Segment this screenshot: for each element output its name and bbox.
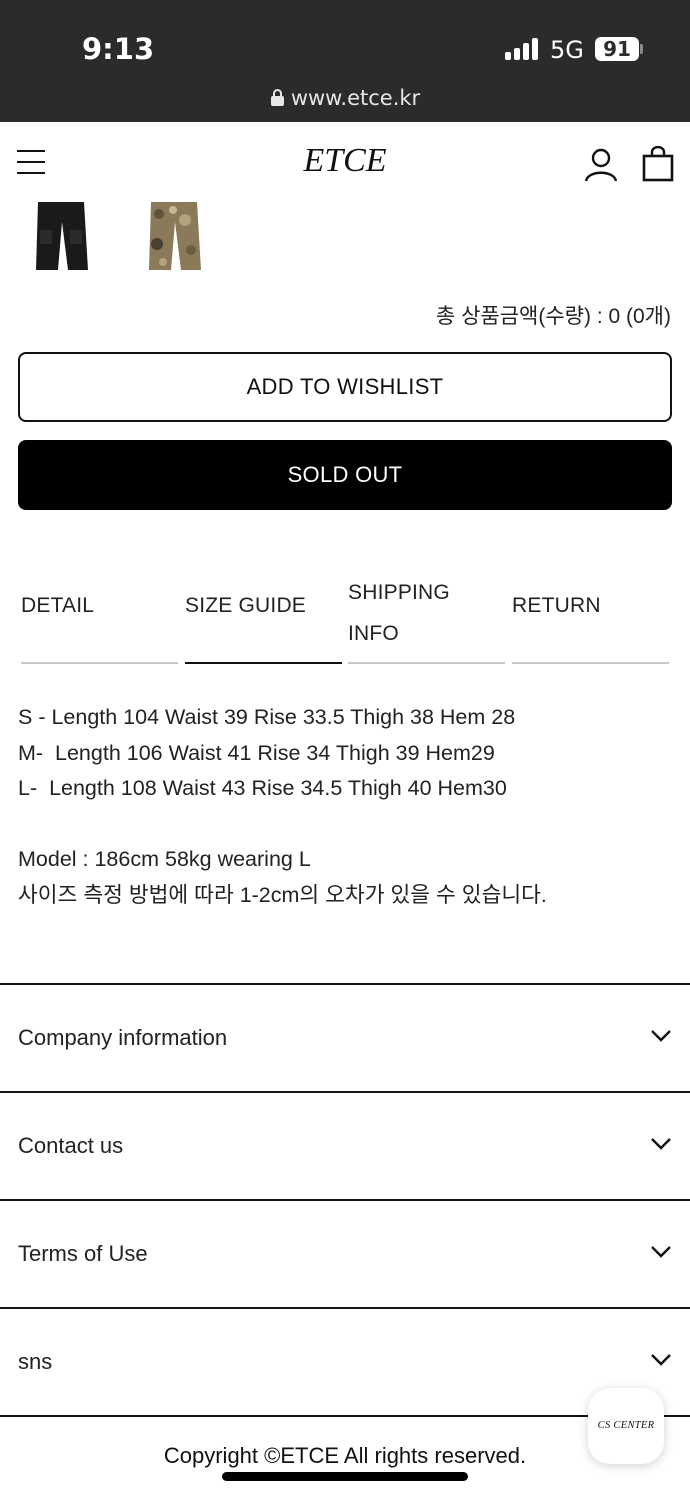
tab-label: SHIPPING INFO: [348, 581, 450, 645]
chevron-down-icon: [650, 1029, 672, 1043]
size-guide-text: S - Length 104 Waist 39 Rise 33.5 Thigh …: [18, 705, 547, 907]
accordion-label: sns: [18, 1349, 53, 1374]
lock-icon: [270, 88, 285, 112]
tab-label: RETURN: [512, 594, 601, 617]
battery-tip: [640, 44, 643, 54]
signal-strength-icon: [505, 38, 541, 60]
chevron-down-icon: [650, 1353, 672, 1367]
url-bar[interactable]: www.etce.kr: [0, 86, 690, 112]
tab-return[interactable]: RETURN: [512, 560, 669, 666]
thumbnail-camo-cargo-pants[interactable]: [145, 200, 203, 274]
accordion-label: Terms of Use: [18, 1241, 148, 1266]
thumbnail-black-cargo-pants[interactable]: [32, 200, 90, 274]
tab-label: DETAIL: [21, 594, 95, 617]
site-header: ETCE: [0, 122, 690, 202]
status-bar: 9:13 5G 91 www.etce.kr: [0, 0, 690, 122]
total-price: 총 상품금액(수량) : 0 (0개): [435, 305, 671, 328]
product-tabs: DETAIL SIZE GUIDE SHIPPING INFO RETURN: [21, 560, 669, 666]
footer-divider: [0, 1415, 690, 1417]
tab-underline: [512, 662, 669, 664]
chevron-down-icon: [650, 1137, 672, 1151]
sold-out-button[interactable]: SOLD OUT: [18, 440, 672, 510]
user-icon[interactable]: [584, 148, 618, 182]
tab-size-guide[interactable]: SIZE GUIDE: [185, 560, 342, 666]
url-text: www.etce.kr: [290, 86, 421, 110]
chevron-down-icon: [650, 1245, 672, 1259]
tab-detail[interactable]: DETAIL: [21, 560, 178, 666]
tab-shipping-info[interactable]: SHIPPING INFO: [348, 560, 505, 666]
accordion-sns[interactable]: sns: [0, 1307, 690, 1415]
network-type: 5G: [550, 36, 584, 64]
accordion-label: Contact us: [18, 1133, 124, 1158]
tab-underline: [21, 662, 178, 664]
accordion-contact-us[interactable]: Contact us: [0, 1091, 690, 1199]
tab-underline: [348, 662, 505, 664]
status-time: 9:13: [82, 32, 155, 66]
shopping-bag-icon[interactable]: [642, 145, 674, 182]
tab-label: SIZE GUIDE: [185, 594, 307, 617]
battery-icon: 91: [595, 37, 639, 61]
cs-center-button[interactable]: CS CENTER: [588, 1388, 664, 1464]
copyright-text: Copyright ©ETCE All rights reserved.: [163, 1443, 527, 1468]
home-indicator[interactable]: [222, 1472, 468, 1481]
accordion-label: Company information: [18, 1025, 228, 1050]
tab-underline: [185, 662, 342, 664]
accordion-terms-of-use[interactable]: Terms of Use: [0, 1199, 690, 1307]
accordion-company-information[interactable]: Company information: [0, 983, 690, 1091]
add-to-wishlist-button[interactable]: ADD TO WISHLIST: [18, 352, 672, 422]
